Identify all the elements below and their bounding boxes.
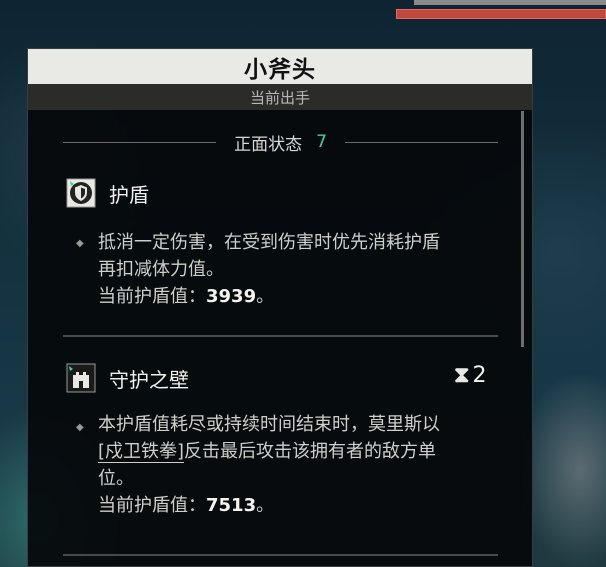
desc-line: 本护盾值耗尽或持续时间结束时，莫里斯以 bbox=[98, 414, 440, 435]
shield-value: 7513 bbox=[206, 495, 257, 516]
status-entry-guardian-wall[interactable]: 守护之壁 bbox=[66, 363, 189, 393]
section-divider-right bbox=[344, 141, 499, 143]
shield-icon bbox=[66, 178, 96, 208]
section-count: 7 bbox=[316, 132, 327, 152]
desc-line: 再扣减体力值。 bbox=[98, 259, 224, 280]
value-label: 当前护盾值： bbox=[98, 286, 206, 307]
enemy-status-bar bbox=[414, 0, 606, 5]
stack-count: ⧗ 2 bbox=[454, 363, 486, 388]
desc-line: 抵消一定伤害，在受到伤害时优先消耗护盾 bbox=[98, 232, 440, 253]
tooltip-title-bar: 小斧头 bbox=[28, 49, 532, 84]
bullet-icon: ◆ bbox=[76, 422, 84, 433]
turn-status: 当前出手 bbox=[249, 88, 310, 107]
enemy-health-bar bbox=[396, 9, 606, 19]
skill-link[interactable]: [戍卫铁拳] bbox=[98, 441, 185, 463]
entry-divider bbox=[63, 335, 498, 337]
status-entry-shield[interactable]: 护盾 bbox=[66, 178, 149, 208]
status-name: 守护之壁 bbox=[109, 367, 189, 392]
status-tooltip: 小斧头 当前出手 正面状态 7 护盾 ◆ 抵消一定伤害，在受到伤害时优先消耗护盾… bbox=[27, 48, 533, 567]
status-name: 护盾 bbox=[109, 182, 149, 207]
value-suffix: 。 bbox=[256, 495, 275, 516]
shield-value-line: 当前护盾值：3939。 bbox=[98, 283, 498, 310]
value-suffix: 。 bbox=[256, 286, 275, 307]
hourglass-icon: ⧗ bbox=[454, 363, 470, 388]
unit-name: 小斧头 bbox=[244, 56, 316, 83]
value-label: 当前护盾值： bbox=[98, 495, 206, 516]
desc-line: [戍卫铁拳]反击最后攻击该拥有者的敌方单 bbox=[98, 438, 498, 465]
entry-divider bbox=[63, 554, 498, 556]
shield-value: 3939 bbox=[206, 286, 257, 307]
bullet-icon: ◆ bbox=[76, 238, 84, 249]
fortress-wall-icon bbox=[66, 363, 96, 393]
section-header-positive: 正面状态 7 bbox=[63, 131, 499, 155]
desc-line: 位。 bbox=[98, 468, 134, 489]
section-label: 正面状态 bbox=[234, 134, 303, 155]
desc-text: 反击最后攻击该拥有者的敌方单 bbox=[184, 441, 437, 462]
stack-number: 2 bbox=[472, 363, 487, 388]
status-description: 抵消一定伤害，在受到伤害时优先消耗护盾 再扣减体力值。 当前护盾值：3939。 bbox=[98, 229, 498, 310]
status-description: 本护盾值耗尽或持续时间结束时，莫里斯以 [戍卫铁拳]反击最后攻击该拥有者的敌方单… bbox=[98, 411, 498, 519]
section-divider-left bbox=[63, 141, 217, 143]
shield-value-line: 当前护盾值：7513。 bbox=[98, 492, 498, 519]
tooltip-subtitle-bar: 当前出手 bbox=[28, 84, 532, 110]
scrollbar[interactable] bbox=[521, 111, 524, 347]
